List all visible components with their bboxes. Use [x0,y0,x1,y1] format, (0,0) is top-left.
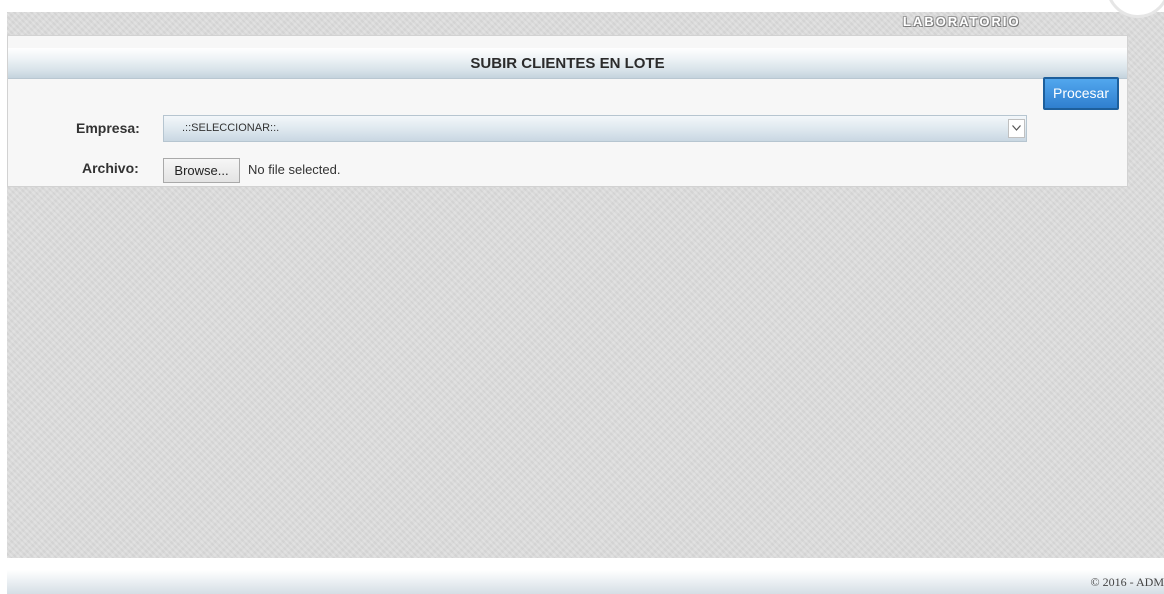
file-status: No file selected. [248,162,341,177]
empresa-label: Empresa: [76,120,140,136]
upload-panel: SUBIR CLIENTES EN LOTE Procesar Empresa:… [7,35,1128,187]
procesar-button[interactable]: Procesar [1043,77,1119,110]
archivo-label: Archivo: [82,160,139,176]
brand-title: LABORATORIO [903,14,1021,29]
panel-title: SUBIR CLIENTES EN LOTE [470,55,665,72]
empresa-selected-value: .::SELECCIONAR::. [182,122,280,134]
browse-button[interactable]: Browse... [163,158,240,183]
footer-copyright: © 2016 - ADM [1090,575,1164,589]
panel-header: SUBIR CLIENTES EN LOTE [8,48,1127,79]
chevron-down-icon[interactable] [1008,119,1025,138]
empresa-select[interactable]: .::SELECCIONAR::. [163,115,1027,142]
footer: © 2016 - ADM [7,570,1164,594]
